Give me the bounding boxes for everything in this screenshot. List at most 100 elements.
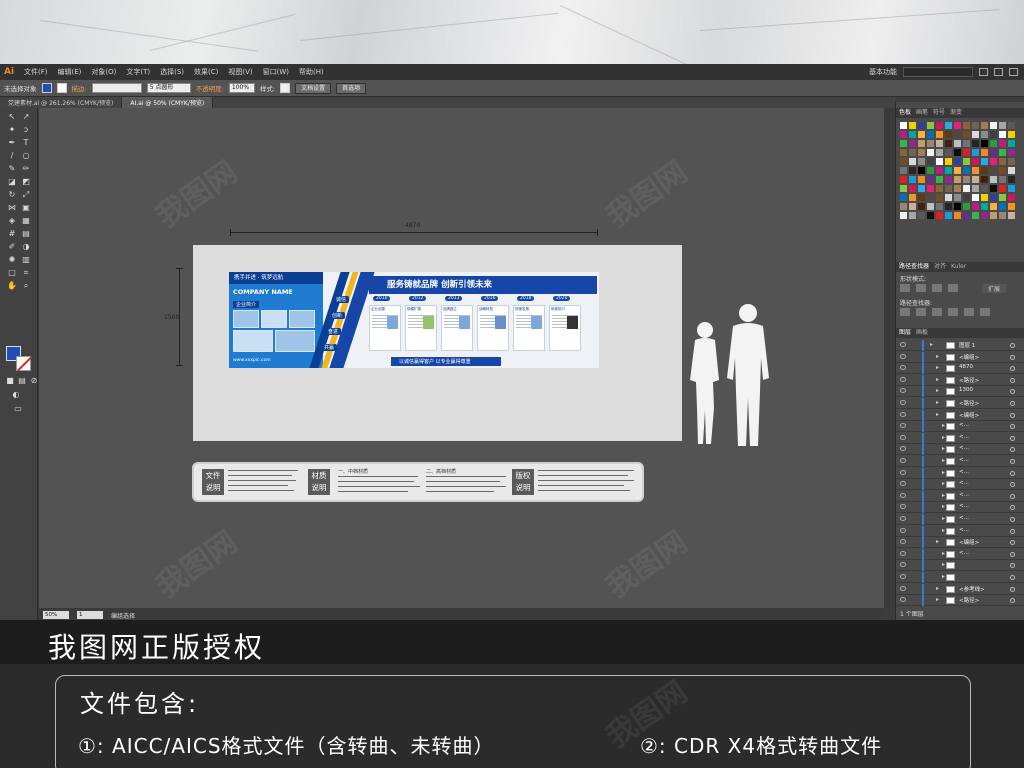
color-swatch[interactable] (954, 131, 961, 138)
color-swatch[interactable] (999, 212, 1006, 219)
color-swatch[interactable] (972, 176, 979, 183)
layer-target-icon[interactable] (1010, 389, 1015, 395)
layer-target-icon[interactable] (1010, 424, 1015, 430)
color-swatch[interactable] (999, 194, 1006, 201)
artboard-tool-icon[interactable]: □ (6, 268, 18, 278)
gradient-tool-icon[interactable]: ▤ (20, 229, 32, 239)
perspective-grid-tool-icon[interactable]: ▦ (20, 216, 32, 226)
symbol-sprayer-tool-icon[interactable]: ✺ (6, 255, 18, 265)
menu-window[interactable]: 窗口(W) (263, 67, 289, 77)
layer-target-icon[interactable] (1010, 482, 1015, 488)
disclosure-triangle-icon[interactable]: ▸ (936, 585, 939, 592)
color-swatch[interactable] (900, 212, 907, 219)
merge-icon[interactable] (932, 308, 942, 316)
magic-wand-tool-icon[interactable]: ✦ (6, 125, 18, 135)
color-swatch[interactable] (1008, 122, 1015, 129)
line-tool-icon[interactable]: / (6, 151, 18, 161)
color-swatch[interactable] (1008, 140, 1015, 147)
layer-row[interactable]: ▸ <... (896, 432, 1024, 444)
color-swatch[interactable] (963, 203, 970, 210)
layer-row[interactable]: ▸ <... (896, 467, 1024, 479)
layer-target-icon[interactable] (1010, 551, 1015, 557)
menu-edit[interactable]: 编辑(E) (58, 67, 82, 77)
layer-target-icon[interactable] (1010, 493, 1015, 499)
color-swatch[interactable] (963, 212, 970, 219)
tab-kuler[interactable]: Kuler (951, 262, 966, 272)
color-swatch[interactable] (900, 131, 907, 138)
color-swatch[interactable] (945, 194, 952, 201)
color-swatch[interactable] (999, 149, 1006, 156)
color-swatch[interactable] (918, 122, 925, 129)
color-swatch[interactable] (954, 203, 961, 210)
layer-row[interactable]: ▸ <编组> (896, 409, 1024, 421)
zoom-tool-icon[interactable]: ⌕ (20, 281, 32, 291)
eye-icon[interactable] (900, 562, 906, 568)
color-swatch[interactable] (936, 140, 943, 147)
menu-view[interactable]: 视图(V) (228, 67, 252, 77)
divide-icon[interactable] (900, 308, 910, 316)
color-swatch[interactable] (999, 122, 1006, 129)
color-swatch[interactable] (900, 167, 907, 174)
color-swatch[interactable] (900, 194, 907, 201)
layer-row[interactable]: ▸ <路径> (896, 398, 1024, 409)
layer-target-icon[interactable] (1010, 343, 1015, 348)
layer-row[interactable]: ▸ <... (896, 525, 1024, 537)
color-swatch[interactable] (999, 140, 1006, 147)
document-setup-button[interactable]: 文档设置 (295, 82, 332, 94)
color-swatch[interactable] (963, 176, 970, 183)
color-swatch[interactable] (918, 185, 925, 192)
color-swatch[interactable] (981, 212, 988, 219)
disclosure-triangle-icon[interactable]: ▸ (936, 399, 939, 406)
color-swatch[interactable] (990, 176, 997, 183)
zoom-field[interactable]: 50% (43, 611, 69, 619)
color-swatch[interactable] (900, 149, 907, 156)
layer-target-icon[interactable] (1010, 412, 1015, 418)
color-swatch[interactable] (972, 131, 979, 138)
layer-row[interactable]: ▸ <... (896, 514, 1024, 525)
disclosure-triangle-icon[interactable]: ▸ (930, 341, 933, 348)
layer-row[interactable]: ▸ (896, 560, 1024, 572)
layer-target-icon[interactable] (1010, 377, 1015, 383)
color-swatch[interactable] (927, 167, 934, 174)
preferences-button[interactable]: 首选项 (336, 82, 367, 94)
color-swatch[interactable] (1008, 194, 1015, 201)
color-swatch[interactable] (900, 122, 907, 129)
color-swatch[interactable] (945, 167, 952, 174)
eye-icon[interactable] (900, 376, 906, 382)
expand-button[interactable]: 扩展 (982, 284, 1007, 293)
type-tool-icon[interactable]: T (20, 138, 32, 148)
color-swatch[interactable] (945, 212, 952, 219)
menu-file[interactable]: 文件(F) (24, 67, 48, 77)
layer-row[interactable]: ▸ <路径> (896, 595, 1024, 607)
color-swatch[interactable] (972, 194, 979, 201)
color-swatch[interactable] (900, 176, 907, 183)
color-swatch[interactable] (936, 194, 943, 201)
color-swatch[interactable] (1008, 131, 1015, 138)
disclosure-triangle-icon[interactable]: ▸ (942, 480, 945, 487)
layer-row[interactable]: ▸ 1300 (896, 386, 1024, 398)
color-swatch[interactable] (972, 167, 979, 174)
color-swatch[interactable] (1008, 167, 1015, 174)
eye-icon[interactable] (900, 365, 906, 371)
eye-icon[interactable] (900, 446, 906, 452)
stroke-color-icon[interactable] (16, 356, 31, 371)
color-swatch[interactable] (918, 140, 925, 147)
layer-row[interactable]: ▸ <参考线> (896, 583, 1024, 595)
layer-target-icon[interactable] (1010, 366, 1015, 372)
tab-swatches[interactable]: 色板 (899, 108, 911, 118)
color-swatch[interactable] (963, 122, 970, 129)
minus-front-icon[interactable] (916, 284, 926, 292)
color-swatch[interactable] (981, 194, 988, 201)
color-swatch[interactable] (918, 203, 925, 210)
color-swatch[interactable] (945, 140, 952, 147)
color-swatch[interactable] (990, 140, 997, 147)
color-swatch[interactable] (981, 149, 988, 156)
color-swatch[interactable] (927, 194, 934, 201)
eye-icon[interactable] (900, 434, 906, 440)
menu-object[interactable]: 对象(O) (91, 67, 116, 77)
color-swatch[interactable] (981, 176, 988, 183)
layer-row[interactable]: ▸ <编组> (896, 537, 1024, 549)
disclosure-triangle-icon[interactable]: ▸ (936, 364, 939, 371)
style-swatch[interactable] (280, 83, 291, 93)
maximize-icon[interactable] (994, 68, 1003, 76)
